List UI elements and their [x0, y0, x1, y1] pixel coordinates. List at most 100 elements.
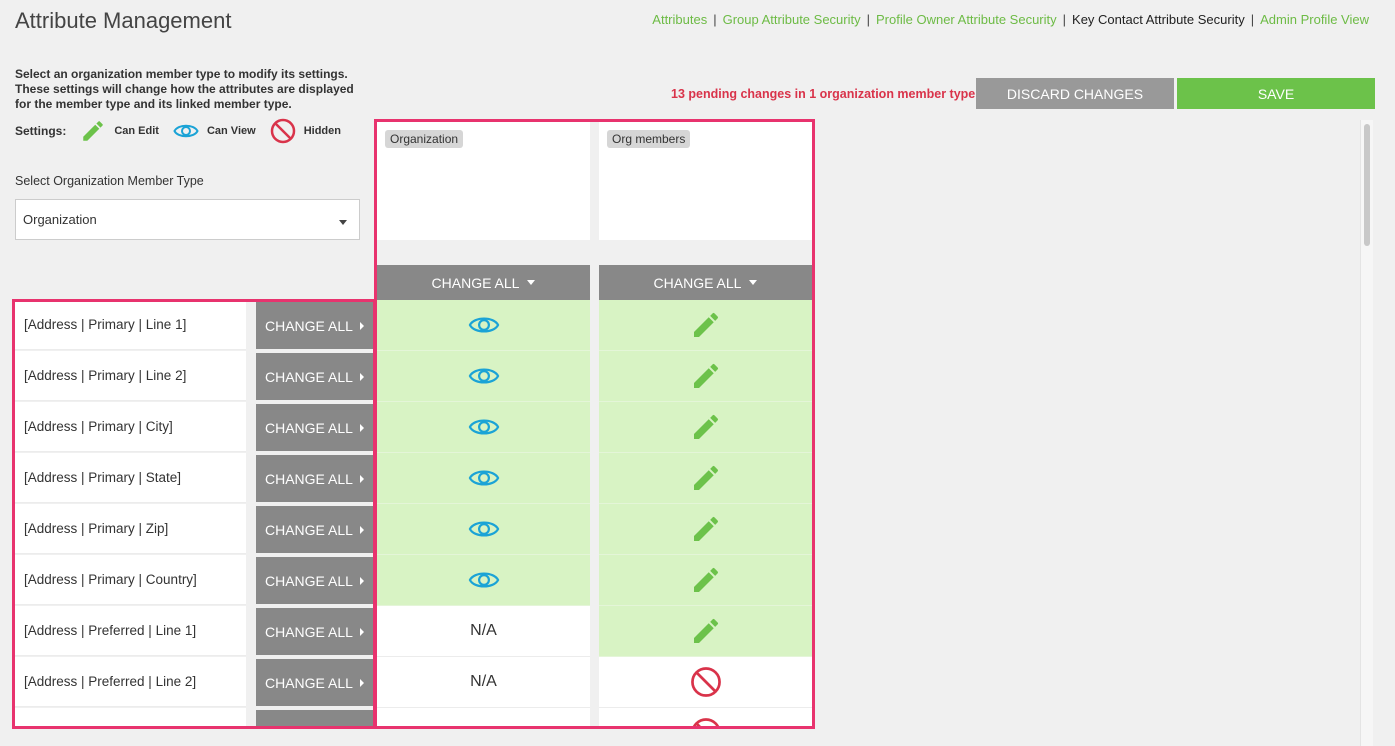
nav-link-attributes[interactable]: Attributes	[652, 12, 707, 27]
eye-icon	[468, 365, 500, 387]
pencil-icon	[690, 309, 722, 341]
column-change-all-button[interactable]: CHANGE ALL	[377, 265, 590, 300]
not-applicable-text: N/A	[470, 622, 497, 639]
eye-icon	[468, 569, 500, 591]
permission-cell[interactable]	[377, 402, 590, 453]
legend-hidden: Hidden	[270, 118, 341, 144]
legend-label: Can Edit	[114, 125, 159, 137]
caret-right-icon	[360, 679, 364, 687]
permission-cell[interactable]	[377, 504, 590, 555]
scrollbar-thumb[interactable]	[1364, 124, 1370, 246]
row-change-all-button[interactable]: CHANGE ALL	[256, 353, 374, 400]
row-change-all-button[interactable]: CHANGE ALL	[256, 659, 374, 706]
table-row: [Address | Primary | Line 1] CHANGE ALL	[15, 300, 815, 351]
row-change-all-button[interactable]: CHANGE ALL	[256, 557, 374, 604]
row-change-all-button[interactable]: CHANGE ALL	[256, 455, 374, 502]
attribute-label: [Address | Primary | Zip]	[15, 504, 246, 554]
permission-cell[interactable]	[599, 606, 812, 657]
table-row: [Address | Primary | Zip] CHANGE ALL	[15, 504, 815, 555]
pencil-icon	[690, 411, 722, 443]
row-change-all-label: CHANGE ALL	[265, 317, 353, 334]
nav-link-group-attribute-security[interactable]: Group Attribute Security	[723, 12, 861, 27]
row-change-all-button[interactable]: CHANGE ALL	[256, 302, 374, 349]
row-change-all-button[interactable]: CHANGE ALL	[256, 608, 374, 655]
table-row: [Address | Primary | Line 2] CHANGE ALL	[15, 351, 815, 402]
row-change-all-button[interactable]: CHANGE ALL	[256, 506, 374, 553]
nav-link-profile-owner-attribute-security[interactable]: Profile Owner Attribute Security	[876, 12, 1057, 27]
attribute-label: [Address | Primary | Line 1]	[15, 300, 246, 350]
attribute-label: [Address | Preferred | Line 1]	[15, 606, 246, 656]
permission-cell[interactable]	[377, 555, 590, 606]
legend-label: Hidden	[303, 125, 341, 137]
nav-separator: |	[866, 12, 870, 27]
column-chip: Organization	[385, 130, 464, 148]
row-change-all-label: CHANGE ALL	[265, 726, 353, 727]
permission-cell[interactable]	[599, 657, 812, 708]
permission-cell[interactable]	[599, 555, 812, 606]
chevron-down-icon	[339, 220, 347, 225]
nav-link-key-contact-attribute-security[interactable]: Key Contact Attribute Security	[1072, 12, 1245, 27]
caret-down-icon	[527, 280, 536, 285]
permission-cell[interactable]	[599, 504, 812, 555]
caret-right-icon	[360, 424, 364, 432]
attribute-label: [Address | Primary | Line 2]	[15, 351, 246, 401]
eye-icon	[173, 124, 199, 138]
permission-cell[interactable]	[377, 351, 590, 402]
permission-cell[interactable]	[599, 351, 812, 402]
column-change-all-button[interactable]: CHANGE ALL	[599, 265, 812, 300]
permission-cell[interactable]	[599, 453, 812, 504]
row-change-all-button[interactable]: CHANGE ALL	[256, 710, 374, 726]
member-type-select[interactable]: Organization	[15, 199, 360, 240]
permission-cell[interactable]	[377, 300, 590, 351]
attribute-label: [Address | Preferred | Line 2]	[15, 657, 246, 707]
eye-icon	[468, 314, 500, 336]
row-change-all-label: CHANGE ALL	[265, 623, 353, 640]
nav-separator: |	[1062, 12, 1067, 27]
attribute-label: [Address | Primary | State]	[15, 453, 246, 503]
permission-cell[interactable]	[599, 708, 812, 726]
permission-cell[interactable]	[599, 402, 812, 453]
eye-icon	[468, 416, 500, 438]
table-row: CHANGE ALL	[15, 708, 815, 726]
pencil-icon	[690, 513, 722, 545]
permission-cell[interactable]: N/A	[377, 606, 590, 657]
row-change-all-label: CHANGE ALL	[265, 419, 353, 436]
permission-cell[interactable]	[599, 300, 812, 351]
attribute-label: [Address | Primary | City]	[15, 402, 246, 452]
not-applicable-text: N/A	[470, 673, 497, 690]
attribute-label: [Address | Primary | Country]	[15, 555, 246, 605]
table-row: [Address | Preferred | Line 1] CHANGE ALL…	[15, 606, 815, 657]
row-change-all-button[interactable]: CHANGE ALL	[256, 404, 374, 451]
vertical-scrollbar[interactable]	[1360, 120, 1373, 746]
pencil-icon	[690, 462, 722, 494]
nav-link-admin-profile-view[interactable]: Admin Profile View	[1260, 12, 1369, 27]
member-type-select-label: Select Organization Member Type	[15, 174, 204, 188]
top-nav: Attributes | Group Attribute Security | …	[652, 12, 1369, 27]
table-row: [Address | Primary | Country] CHANGE ALL	[15, 555, 815, 606]
permission-cell[interactable]	[377, 453, 590, 504]
legend-can-edit: Can Edit	[80, 118, 159, 144]
nav-separator: |	[1250, 12, 1255, 27]
legend-label: Can View	[206, 125, 256, 137]
permission-cell[interactable]: N/A	[377, 657, 590, 708]
table-row: [Address | Primary | City] CHANGE ALL	[15, 402, 815, 453]
caret-right-icon	[360, 475, 364, 483]
column-change-all-label: CHANGE ALL	[431, 274, 520, 291]
caret-right-icon	[360, 373, 364, 381]
table-row: [Address | Preferred | Line 2] CHANGE ALL…	[15, 657, 815, 708]
table-row: [Address | Primary | State] CHANGE ALL	[15, 453, 815, 504]
caret-right-icon	[360, 628, 364, 636]
save-button[interactable]: SAVE	[1177, 78, 1375, 109]
pencil-icon	[83, 121, 104, 141]
eye-icon	[468, 467, 500, 489]
attribute-label	[15, 708, 246, 726]
caret-right-icon	[360, 577, 364, 585]
settings-label: Settings:	[15, 124, 67, 138]
eye-icon	[468, 518, 500, 540]
row-change-all-label: CHANGE ALL	[265, 674, 353, 691]
pencil-icon	[690, 360, 722, 392]
caret-down-icon	[749, 280, 758, 285]
row-change-all-label: CHANGE ALL	[265, 470, 353, 487]
permission-cell[interactable]	[377, 708, 590, 726]
discard-changes-button[interactable]: DISCARD CHANGES	[976, 78, 1174, 109]
